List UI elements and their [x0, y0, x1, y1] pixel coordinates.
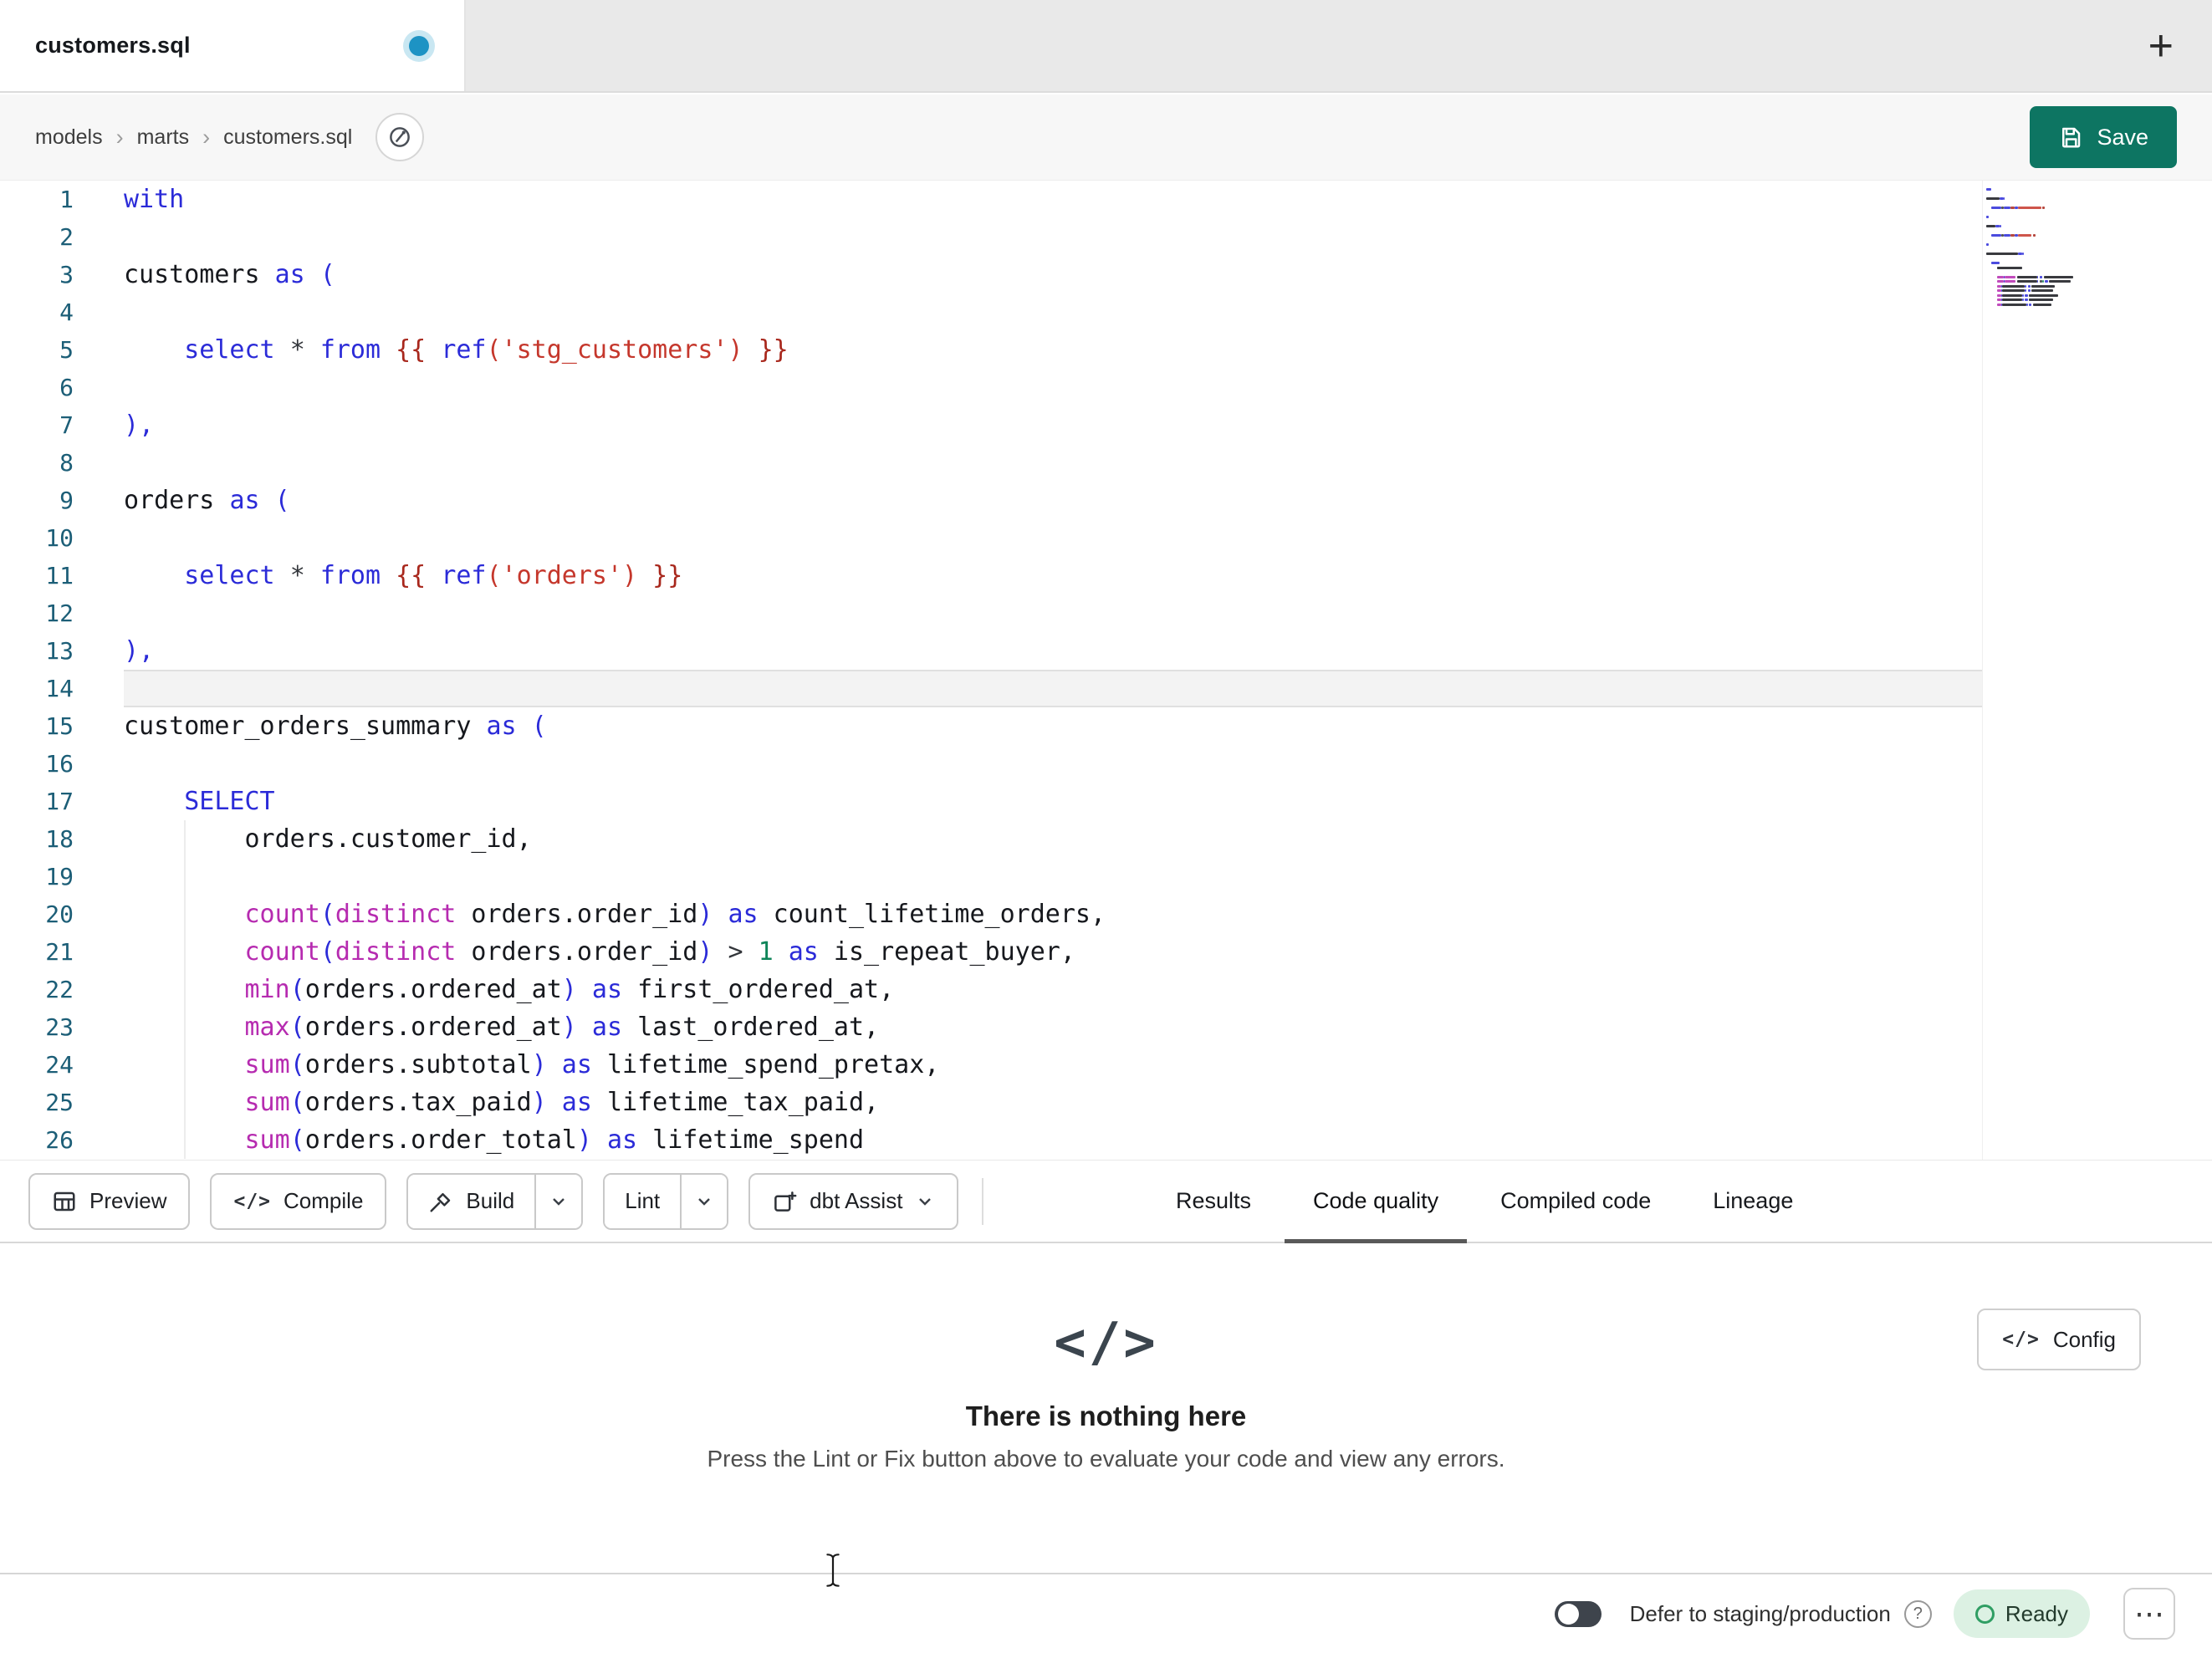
tab-customers-sql[interactable]: customers.sql	[0, 0, 466, 91]
tab-title: customers.sql	[35, 33, 191, 58]
compass-icon	[387, 125, 412, 150]
save-label: Save	[2097, 124, 2148, 150]
chevron-down-icon	[694, 1191, 714, 1212]
compile-button[interactable]: </> Compile	[210, 1172, 387, 1230]
lint-button[interactable]: Lint	[605, 1174, 681, 1228]
code-line[interactable]: 17 SELECT	[0, 783, 2212, 820]
code-line[interactable]: 8	[0, 444, 2212, 482]
hammer-icon	[428, 1189, 453, 1214]
save-icon	[2058, 125, 2083, 150]
breadcrumb-bar: models › marts › customers.sql Save	[0, 94, 2212, 181]
breadcrumb-separator: ›	[202, 124, 211, 150]
tab-code-quality[interactable]: Code quality	[1285, 1161, 1468, 1243]
code-line[interactable]: 19	[0, 858, 2212, 895]
defer-toggle[interactable]	[1554, 1600, 1602, 1627]
lint-split-button: Lint	[603, 1172, 729, 1230]
tab-compiled-code[interactable]: Compiled code	[1494, 1161, 1658, 1242]
compile-label: Compile	[284, 1188, 364, 1213]
preview-label: Preview	[89, 1188, 167, 1213]
build-dropdown-button[interactable]	[534, 1174, 582, 1228]
code-line[interactable]: 20 count(distinct orders.order_id) as co…	[0, 895, 2212, 933]
tab-results[interactable]: Results	[1169, 1161, 1258, 1242]
result-tabs: Results Code quality Compiled code Linea…	[1169, 1161, 1800, 1243]
breadcrumb: models › marts › customers.sql	[35, 125, 352, 151]
code-lines: 1 with 2 3 customers as (4 5 select * from {{…	[0, 181, 2212, 1159]
ready-label: Ready	[2005, 1600, 2068, 1626]
minimap[interactable]	[1986, 187, 2112, 307]
build-label: Build	[466, 1188, 515, 1213]
code-line[interactable]: 6	[0, 369, 2212, 406]
chevron-down-icon	[915, 1191, 935, 1212]
code-line[interactable]: 21 count(distinct orders.order_id) > 1 a…	[0, 933, 2212, 971]
code-line[interactable]: 10	[0, 519, 2212, 557]
code-line[interactable]: 16	[0, 745, 2212, 783]
code-line[interactable]: 22 min(orders.ordered_at) as first_order…	[0, 971, 2212, 1008]
build-button[interactable]: Build	[408, 1174, 535, 1228]
chevron-down-icon	[549, 1191, 569, 1212]
lint-dropdown-button[interactable]	[680, 1174, 728, 1228]
empty-state-subtitle: Press the Lint or Fix button above to ev…	[707, 1446, 1505, 1472]
code-line[interactable]: 14	[0, 670, 2212, 707]
preview-button[interactable]: Preview	[28, 1172, 191, 1230]
code-line[interactable]: 11 select * from {{ ref('orders') }}	[0, 557, 2212, 594]
code-line[interactable]: 7),	[0, 406, 2212, 444]
dbt-assist-label: dbt Assist	[810, 1188, 903, 1213]
status-ring-icon	[1974, 1604, 1995, 1624]
code-line[interactable]: 1 with	[0, 181, 2212, 218]
empty-state: </> There is nothing here Press the Lint…	[0, 1245, 2212, 1472]
toggle-knob	[1557, 1603, 1579, 1625]
code-editor[interactable]: 1 with 2 3 customers as (4 5 select * from {{…	[0, 181, 2212, 1160]
more-options-button[interactable]: ⋯	[2123, 1588, 2175, 1640]
breadcrumb-file[interactable]: customers.sql	[223, 125, 352, 150]
breadcrumb-marts[interactable]: marts	[137, 125, 190, 150]
editor-toolbar: Preview </> Compile Build Lint dbt Assis…	[0, 1160, 2212, 1243]
code-line[interactable]: 24 sum(orders.subtotal) as lifetime_spen…	[0, 1046, 2212, 1084]
code-line[interactable]: 9 orders as (	[0, 482, 2212, 519]
help-icon[interactable]: ?	[1903, 1599, 1932, 1628]
code-icon-large: </>	[1054, 1312, 1158, 1374]
toolbar-divider	[982, 1177, 984, 1225]
code-icon: </>	[233, 1190, 272, 1212]
dbt-assist-icon	[772, 1189, 797, 1214]
ready-status-badge: Ready	[1953, 1589, 2090, 1638]
lint-label: Lint	[625, 1188, 661, 1213]
code-line[interactable]: 23 max(orders.ordered_at) as last_ordere…	[0, 1008, 2212, 1046]
code-line[interactable]: 4	[0, 293, 2212, 331]
status-bar: Defer to staging/production ? Ready ⋯	[0, 1573, 2212, 1653]
empty-state-title: There is nothing here	[965, 1400, 1247, 1431]
editor-right-divider	[1982, 181, 1983, 1160]
editor-action-button[interactable]	[375, 113, 425, 161]
code-line[interactable]: 5 select * from {{ ref('stg_customers') …	[0, 331, 2212, 369]
defer-label: Defer to staging/production	[1629, 1600, 1891, 1626]
indent-guide	[184, 820, 186, 1159]
code-line[interactable]: 18 orders.customer_id,	[0, 820, 2212, 858]
breadcrumb-separator: ›	[115, 124, 124, 150]
code-line[interactable]: 2	[0, 218, 2212, 256]
new-tab-button[interactable]: +	[2138, 24, 2184, 68]
unsaved-indicator-dot	[409, 35, 429, 56]
code-line[interactable]: 25 sum(orders.tax_paid) as lifetime_tax_…	[0, 1084, 2212, 1121]
code-quality-panel: </> Config </> There is nothing here Pre…	[0, 1245, 2212, 1573]
tab-bar: customers.sql +	[0, 0, 2212, 93]
code-line[interactable]: 13),	[0, 632, 2212, 670]
breadcrumb-models[interactable]: models	[35, 125, 103, 150]
save-button[interactable]: Save	[2030, 106, 2177, 168]
code-line[interactable]: 26 sum(orders.order_total) as lifetime_s…	[0, 1121, 2212, 1159]
code-line[interactable]: 3 customers as (	[0, 256, 2212, 293]
code-line[interactable]: 12	[0, 594, 2212, 632]
build-split-button: Build	[406, 1172, 584, 1230]
table-icon	[52, 1189, 77, 1214]
tab-lineage[interactable]: Lineage	[1706, 1161, 1800, 1242]
dbt-assist-button[interactable]: dbt Assist	[748, 1172, 959, 1230]
code-line[interactable]: 15 customer_orders_summary as (	[0, 707, 2212, 745]
